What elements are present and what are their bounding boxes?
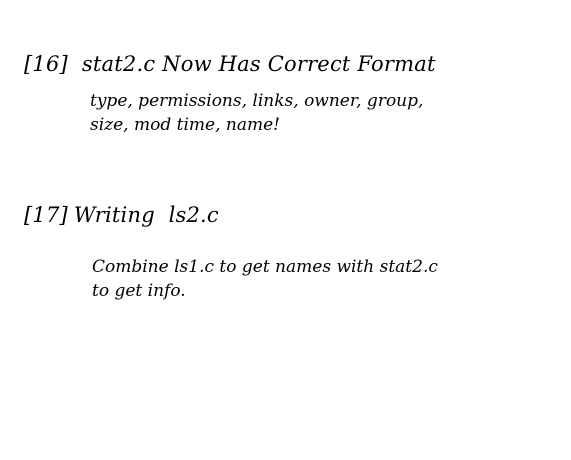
section-16-line-1: type, permissions, links, owner, group, [90,91,424,111]
section-16-title: stat2.c Now Has Correct Format [81,52,436,76]
section-16-heading: [16] stat2.c Now Has Correct Format [24,52,436,76]
section-17-heading: [17] Writing ls2.c [24,203,219,227]
section-16-body: type, permissions, links, owner, group, … [90,89,423,137]
section-17-line-1: Combine ls1.c to get names with stat2.c [92,257,438,277]
section-16-number: [16] [24,52,68,76]
section-17-body: Combine ls1.c to get names with stat2.c … [92,255,438,303]
section-17-line-2: to get info. [92,281,186,301]
section-17-title: Writing ls2.c [73,203,219,227]
section-17-number: [17] [24,203,68,227]
section-16-line-2: size, mod time, name! [90,115,280,135]
